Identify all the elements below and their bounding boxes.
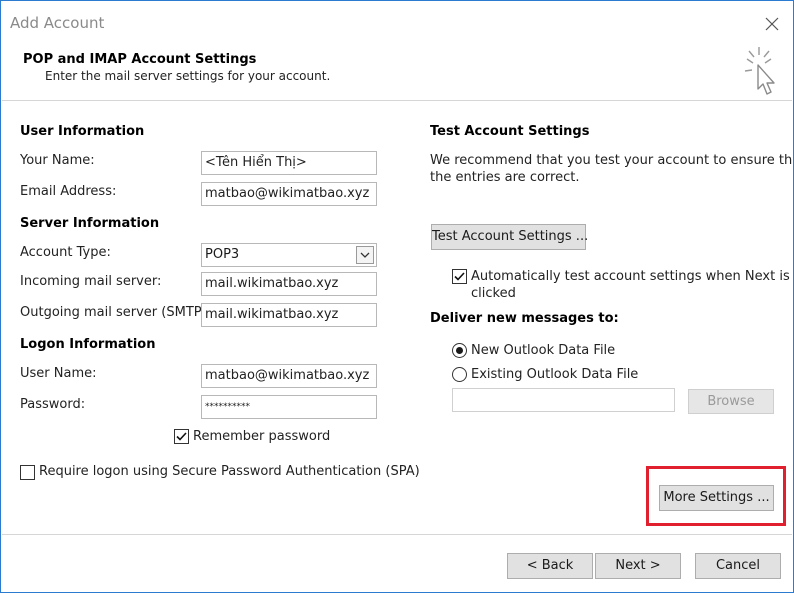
remember-password-label: Remember password bbox=[193, 429, 331, 444]
new-data-file-label: New Outlook Data File bbox=[471, 343, 616, 358]
cancel-button[interactable]: Cancel bbox=[695, 553, 781, 579]
email-address-label: Email Address: bbox=[20, 184, 117, 199]
page-subtitle: Enter the mail server settings for your … bbox=[45, 69, 331, 83]
close-icon bbox=[765, 17, 779, 31]
auto-test-checkbox[interactable] bbox=[452, 269, 467, 284]
header-divider bbox=[2, 100, 792, 101]
user-name-input[interactable]: matbao@wikimatbao.xyz bbox=[201, 364, 377, 388]
next-button[interactable]: Next > bbox=[595, 553, 681, 579]
outgoing-server-label: Outgoing mail server (SMTP): bbox=[20, 305, 212, 320]
footer-divider bbox=[2, 534, 792, 535]
existing-data-file-radio[interactable] bbox=[452, 367, 467, 382]
email-address-input[interactable]: matbao@wikimatbao.xyz bbox=[201, 182, 377, 206]
radio-selected-dot bbox=[456, 347, 463, 354]
user-name-label: User Name: bbox=[20, 366, 97, 381]
account-type-label: Account Type: bbox=[20, 245, 111, 260]
title-bar bbox=[1, 1, 793, 47]
incoming-server-input[interactable]: mail.wikimatbao.xyz bbox=[201, 272, 377, 296]
checkmark-icon bbox=[176, 432, 187, 441]
password-label: Password: bbox=[20, 397, 86, 412]
server-info-heading: Server Information bbox=[20, 216, 160, 231]
more-settings-button[interactable]: More Settings ... bbox=[659, 485, 774, 511]
window-title: Add Account bbox=[10, 14, 105, 32]
close-button[interactable] bbox=[759, 11, 785, 37]
back-button[interactable]: < Back bbox=[507, 553, 593, 579]
logon-info-heading: Logon Information bbox=[20, 337, 156, 352]
page-title: POP and IMAP Account Settings bbox=[23, 52, 257, 67]
incoming-server-label: Incoming mail server: bbox=[20, 274, 162, 289]
remember-password-checkbox[interactable] bbox=[174, 429, 189, 444]
existing-data-file-path-input[interactable] bbox=[452, 388, 675, 412]
auto-test-label-line1: Automatically test account settings when… bbox=[471, 269, 790, 284]
account-type-value: POP3 bbox=[205, 247, 240, 262]
chevron-down-icon[interactable] bbox=[356, 246, 374, 264]
user-info-heading: User Information bbox=[20, 124, 145, 139]
test-account-settings-button[interactable]: Test Account Settings ... bbox=[431, 224, 588, 250]
spa-label: Require logon using Secure Password Auth… bbox=[39, 464, 420, 479]
account-type-select[interactable]: POP3 bbox=[201, 243, 377, 267]
your-name-label: Your Name: bbox=[20, 153, 95, 168]
wizard-cursor-icon bbox=[741, 45, 785, 99]
auto-test-label-line2: clicked bbox=[471, 286, 516, 301]
outgoing-server-input[interactable]: mail.wikimatbao.xyz bbox=[201, 303, 377, 327]
test-description-line2: the entries are correct. bbox=[430, 170, 580, 185]
test-description-line1: We recommend that you test your account … bbox=[430, 153, 794, 168]
existing-data-file-label: Existing Outlook Data File bbox=[471, 367, 639, 382]
checkmark-icon bbox=[454, 272, 465, 281]
deliver-heading: Deliver new messages to: bbox=[430, 311, 619, 326]
test-settings-heading: Test Account Settings bbox=[430, 124, 590, 139]
browse-button[interactable]: Browse bbox=[688, 389, 774, 414]
add-account-dialog: Add Account POP and IMAP Account Setting… bbox=[0, 0, 794, 593]
your-name-input[interactable]: <Tên Hiển Thị> bbox=[201, 151, 377, 175]
spa-checkbox[interactable] bbox=[20, 465, 35, 480]
new-data-file-radio[interactable] bbox=[452, 343, 467, 358]
password-input[interactable]: ********** bbox=[201, 395, 377, 419]
